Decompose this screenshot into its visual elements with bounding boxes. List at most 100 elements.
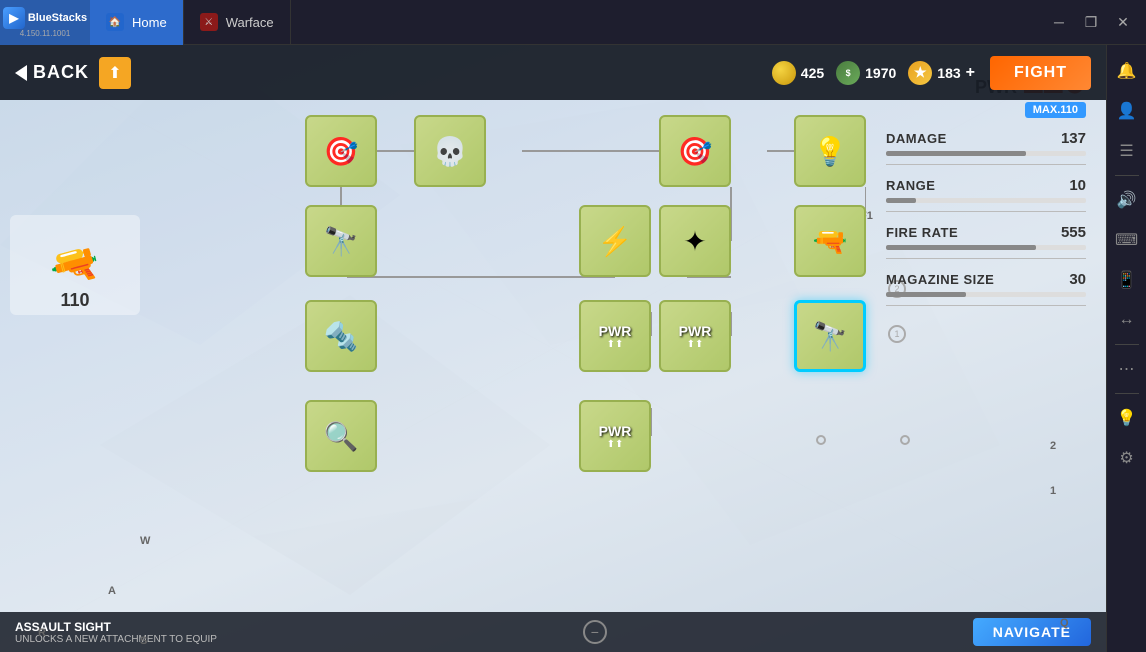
warface-tab-icon: ⚔: [200, 13, 218, 31]
home-tab-icon: 🏠: [106, 13, 124, 31]
game-area: BACK ⬆ 425 $ 1970 ★ 183 + FIGHT 🔫 1 10: [0, 45, 1106, 652]
cash-value: 1970: [865, 65, 896, 81]
range-label: RANGE: [886, 178, 935, 193]
stat-firerate: FIRE RATE 555: [886, 224, 1086, 259]
navigate-button[interactable]: NAVIGATE: [973, 618, 1091, 646]
keyboard-icon[interactable]: ⌨: [1111, 224, 1143, 256]
dot-indicator-2: [816, 435, 826, 445]
pwr1-arrows: ⬆⬆: [607, 339, 624, 350]
back-arrow-icon: [15, 65, 27, 81]
right-sidebar: 🔔 👤 ☰ 🔊 ⌨ 📱 ↔ ⋯ 💡 ⚙: [1106, 45, 1146, 652]
r-label: R: [38, 627, 46, 639]
credits-value: 425: [801, 65, 824, 81]
upload-icon[interactable]: ⬆: [99, 57, 131, 89]
upgrade-tree: 🎯 💀 🎯 💡 🔭 ⚡ ✦ 🔫 🔩 PWR ⬆⬆ PWR ⬆⬆ 🔭 🔍 PWR …: [150, 105, 866, 652]
fight-button[interactable]: FIGHT: [990, 56, 1091, 90]
firerate-bar: [886, 245, 1086, 250]
warface-tab-label: Warface: [226, 15, 274, 30]
maximize-btn[interactable]: ❐: [1076, 7, 1106, 37]
mobile-icon[interactable]: 📱: [1111, 264, 1143, 296]
max-badge: MAX.110: [1025, 102, 1086, 118]
credits-display: 425: [772, 61, 824, 85]
weapon-image: 🔫: [45, 236, 105, 294]
q-label: Q: [1060, 617, 1069, 629]
node-blades[interactable]: ⚡: [579, 205, 651, 277]
more-icon[interactable]: ⋯: [1111, 353, 1143, 385]
magazine-fill: [886, 292, 966, 297]
s-label: S: [140, 635, 147, 647]
damage-bar: [886, 151, 1086, 156]
window-controls: ─ ❐ ✕: [1036, 7, 1146, 37]
profile-icon[interactable]: 👤: [1111, 95, 1143, 127]
node-suppressor[interactable]: 🔫: [794, 205, 866, 277]
range-value: 10: [1069, 177, 1086, 194]
cash-icon: $: [836, 61, 860, 85]
sidebar-divider-2: [1115, 344, 1139, 345]
back-label: BACK: [33, 62, 89, 83]
titlebar: ▶ BlueStacks 4.150.11.1001 🏠 Home ⚔ Warf…: [0, 0, 1146, 45]
lightbulb-icon[interactable]: 💡: [1111, 402, 1143, 434]
magazine-label: MAGAZINE SIZE: [886, 272, 994, 287]
currency-group: 425 $ 1970 ★ 183 +: [772, 61, 975, 85]
magazine-value: 30: [1069, 271, 1086, 288]
tab-home[interactable]: 🏠 Home: [90, 0, 184, 45]
node-pwr-3[interactable]: PWR ⬆⬆: [579, 400, 651, 472]
stats-panel: PWR 110 MAX.110 DAMAGE 137 RANGE 10: [866, 45, 1106, 652]
a-label: A: [108, 585, 116, 597]
range-bar: [886, 198, 1086, 203]
volume-icon[interactable]: 🔊: [1111, 184, 1143, 216]
gold-value: 183: [937, 65, 960, 81]
sidebar-divider-1: [1115, 175, 1139, 176]
pwr3-label: PWR: [599, 423, 632, 439]
scroll-indicator[interactable]: −: [583, 620, 607, 644]
gold-icon: ★: [908, 61, 932, 85]
node-pwr-2[interactable]: PWR ⬆⬆: [659, 300, 731, 372]
stat-magazine: MAGAZINE SIZE 30: [886, 271, 1086, 306]
bell-icon[interactable]: 🔔: [1111, 55, 1143, 87]
tab-warface[interactable]: ⚔ Warface: [184, 0, 291, 45]
back-button[interactable]: BACK: [15, 62, 89, 83]
bottom-bar: ASSAULT SIGHT UNLOCKS A NEW ATTACHMENT T…: [0, 612, 1106, 652]
damage-label: DAMAGE: [886, 131, 947, 146]
node-sparks[interactable]: ✦: [659, 205, 731, 277]
bs-icon: ▶: [3, 7, 25, 29]
node-laser[interactable]: 🔭: [305, 205, 377, 277]
stat-damage: DAMAGE 137: [886, 130, 1086, 165]
pwr1-label: PWR: [599, 323, 632, 339]
home-tab-label: Home: [132, 15, 167, 30]
close-btn[interactable]: ✕: [1108, 7, 1138, 37]
firerate-label: FIRE RATE: [886, 225, 958, 240]
credits-icon: [772, 61, 796, 85]
minimize-btn[interactable]: ─: [1044, 7, 1074, 37]
cash-display: $ 1970: [836, 61, 896, 85]
node-muzzle[interactable]: 🔩: [305, 300, 377, 372]
num2-label: 2: [1050, 440, 1056, 452]
w-label: W: [140, 535, 150, 547]
node-target[interactable]: 🎯: [659, 115, 731, 187]
node-scope[interactable]: 🎯: [305, 115, 377, 187]
gold-display: ★ 183 +: [908, 61, 975, 85]
bluestacks-logo: ▶ BlueStacks 4.150.11.1001: [0, 0, 90, 45]
num1-label: 1: [1050, 485, 1056, 497]
firerate-fill: [886, 245, 1036, 250]
tree-connectors: [150, 105, 866, 652]
menu-icon[interactable]: ☰: [1111, 135, 1143, 167]
firerate-value: 555: [1061, 224, 1086, 241]
damage-fill: [886, 151, 1026, 156]
expand-icon[interactable]: ↔: [1111, 304, 1143, 336]
sidebar-divider-3: [1115, 393, 1139, 394]
bs-name: BlueStacks: [28, 12, 87, 24]
range-fill: [886, 198, 916, 203]
damage-value: 137: [1061, 130, 1086, 147]
node-pwr-1[interactable]: PWR ⬆⬆: [579, 300, 651, 372]
node-scope-selected[interactable]: 🔭: [794, 300, 866, 372]
stat-range: RANGE 10: [886, 177, 1086, 212]
pwr2-label: PWR: [679, 323, 712, 339]
bs-version: 4.150.11.1001: [20, 29, 71, 38]
pwr3-arrows: ⬆⬆: [607, 439, 624, 450]
add-gold-button[interactable]: +: [966, 64, 975, 82]
settings-icon[interactable]: ⚙: [1111, 442, 1143, 474]
node-light[interactable]: 💡: [794, 115, 866, 187]
node-optic[interactable]: 🔍: [305, 400, 377, 472]
node-skull[interactable]: 💀: [414, 115, 486, 187]
